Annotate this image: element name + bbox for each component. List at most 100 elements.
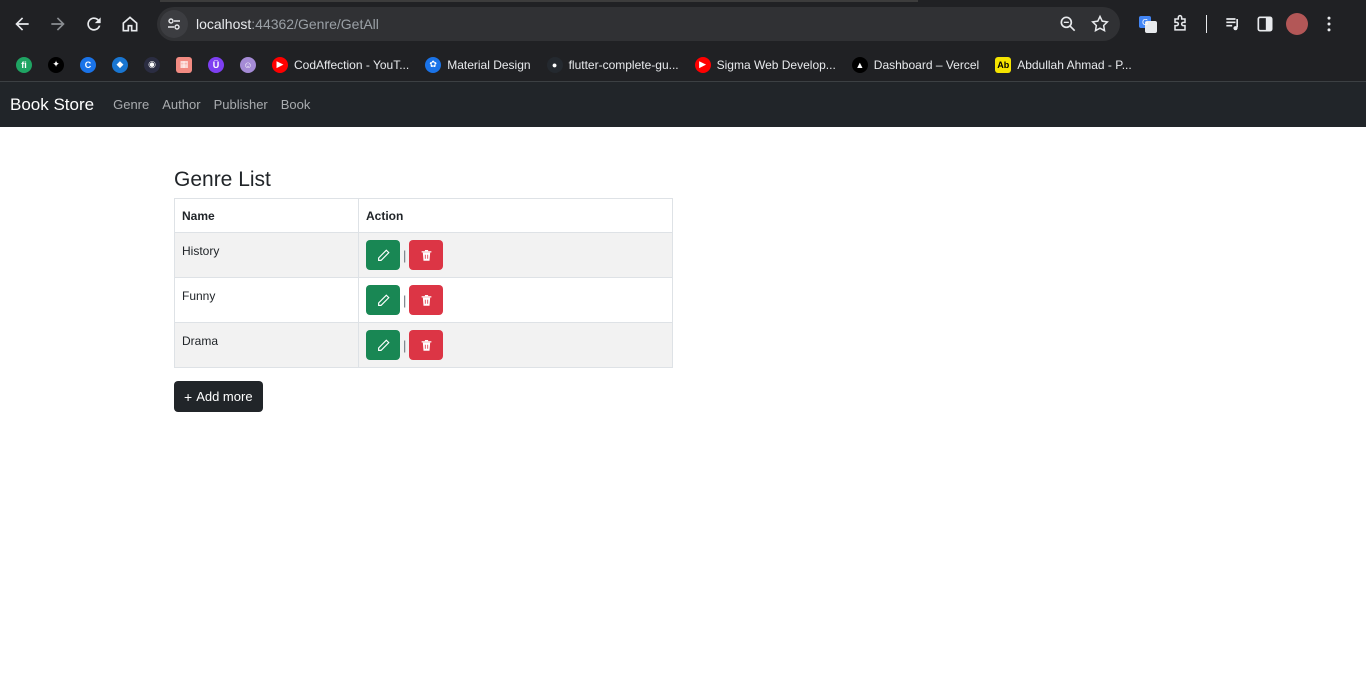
nav-link-book[interactable]: Book: [281, 97, 311, 112]
action-separator: |: [403, 292, 407, 308]
bookmark-item[interactable]: ● flutter-complete-gu...: [541, 52, 685, 78]
bookmark-label: flutter-complete-gu...: [568, 57, 679, 72]
pencil-icon: [377, 248, 390, 261]
action-separator: |: [403, 247, 407, 263]
action-group: |: [366, 233, 665, 270]
delete-button[interactable]: [409, 240, 444, 270]
bookmark-item[interactable]: fi: [10, 52, 38, 78]
table-row: Drama |: [174, 322, 673, 368]
table-row: History |: [174, 232, 673, 278]
forward-button[interactable]: [42, 8, 74, 40]
zoom-icon[interactable]: [1058, 14, 1078, 34]
bookmark-favicon-icon: ▶: [694, 56, 711, 73]
bookmark-favicon-icon: Ab: [995, 56, 1012, 73]
page-title: Genre List: [174, 168, 271, 191]
arrow-left-icon: [15, 17, 29, 31]
action-separator: |: [403, 337, 407, 353]
toolbar-separator: [1206, 15, 1207, 33]
url-path: :44362/Genre/GetAll: [251, 16, 379, 32]
address-bar-actions: [1058, 7, 1110, 41]
bookmark-item[interactable]: Ab Abdullah Ahmad - P...: [989, 52, 1138, 78]
delete-button[interactable]: [409, 285, 444, 315]
table-header-row: Name Action: [174, 198, 673, 233]
column-header-name: Name: [174, 198, 359, 233]
back-button[interactable]: [6, 8, 38, 40]
delete-button[interactable]: [409, 330, 444, 360]
bookmark-favicon-icon: Ü: [208, 56, 224, 73]
app-navbar: Book Store Genre Author Publisher Book: [0, 82, 1366, 127]
nav-link-author[interactable]: Author: [162, 97, 200, 112]
edit-button[interactable]: [366, 330, 400, 360]
bookmark-favicon-icon: ●: [546, 56, 563, 73]
trash-icon: [421, 339, 432, 351]
playlist-icon: [1226, 18, 1238, 31]
bookmark-item[interactable]: ✦: [42, 52, 70, 78]
action-cell: |: [358, 322, 673, 368]
reload-button[interactable]: [78, 8, 110, 40]
column-header-action: Action: [358, 198, 673, 233]
bookmark-favicon-icon: ◉: [144, 56, 160, 73]
pencil-icon: [377, 293, 390, 306]
puzzle-icon: [1174, 14, 1186, 31]
plus-icon: +: [184, 388, 193, 405]
browser-toolbar: localhost:44362/Genre/GetAll G: [0, 0, 1366, 48]
add-more-label: Add more: [196, 389, 253, 404]
address-bar[interactable]: localhost:44362/Genre/GetAll: [157, 7, 1120, 41]
pencil-icon: [377, 338, 390, 351]
bookmark-label: Sigma Web Develop...: [716, 57, 836, 72]
browser-chrome: localhost:44362/Genre/GetAll G fi ✦ C ◆ …: [0, 0, 1366, 82]
nav-link-genre[interactable]: Genre: [113, 97, 149, 112]
bookmark-favicon-icon: ▶: [272, 56, 288, 73]
main-content: Genre List Name Action History | Funny | Dra…: [174, 166, 673, 412]
trash-icon: [421, 294, 432, 306]
bookmark-label: Material Design: [447, 57, 531, 72]
action-cell: |: [358, 277, 673, 323]
genre-name-cell: History: [174, 232, 359, 278]
add-more-button[interactable]: + Add more: [174, 381, 263, 412]
side-panel-button[interactable]: [1249, 8, 1281, 40]
action-group: |: [366, 278, 665, 315]
arrow-right-icon: [51, 17, 65, 31]
bookmark-item[interactable]: ▶ CodAffection - YouT...: [266, 52, 415, 78]
genre-name-cell: Drama: [174, 322, 359, 368]
brand-link[interactable]: Book Store: [10, 95, 94, 115]
bookmark-item[interactable]: ◆: [106, 52, 134, 78]
url-text: localhost:44362/Genre/GetAll: [196, 16, 379, 32]
extensions-area: G: [1132, 8, 1345, 40]
genre-name-cell: Funny: [174, 277, 359, 323]
star-icon[interactable]: [1090, 14, 1110, 34]
profile-button[interactable]: [1281, 8, 1313, 40]
tune-icon: [168, 18, 180, 30]
bookmark-item[interactable]: ☺: [234, 52, 262, 78]
bookmark-label: CodAffection - YouT...: [294, 57, 410, 72]
bookmark-item[interactable]: ◉: [138, 52, 166, 78]
table-row: Funny |: [174, 277, 673, 323]
avatar: [1286, 13, 1308, 35]
home-button[interactable]: [114, 8, 146, 40]
menu-button[interactable]: [1313, 8, 1345, 40]
svg-text:G: G: [1142, 18, 1148, 27]
media-button[interactable]: [1217, 8, 1249, 40]
action-cell: |: [358, 232, 673, 278]
extensions-button[interactable]: [1164, 8, 1196, 40]
edit-button[interactable]: [366, 240, 400, 270]
nav-link-publisher[interactable]: Publisher: [214, 97, 268, 112]
bookmark-item[interactable]: ▲ Dashboard – Vercel: [846, 52, 985, 78]
bookmarks-bar: fi ✦ C ◆ ◉ ▦ Ü ☺ ▶ CodAffection - YouT... ✿ Materia…: [0, 48, 1366, 82]
bookmark-favicon-icon: ✿: [425, 56, 442, 73]
bookmark-item[interactable]: Ü: [202, 52, 230, 78]
bookmark-item[interactable]: ▦: [170, 52, 198, 78]
edit-button[interactable]: [366, 285, 400, 315]
url-host: localhost: [196, 16, 252, 32]
bookmark-favicon-icon: C: [80, 56, 96, 73]
trash-icon: [421, 249, 432, 261]
reload-icon: [87, 17, 101, 31]
bookmark-favicon-icon: ✦: [48, 56, 64, 73]
site-info-button[interactable]: [160, 10, 188, 38]
bookmark-favicon-icon: ▦: [176, 56, 192, 73]
bookmark-item[interactable]: ✿ Material Design: [419, 52, 536, 78]
bookmark-item[interactable]: C: [74, 52, 102, 78]
side-panel-icon: [1257, 16, 1273, 32]
bookmark-item[interactable]: ▶ Sigma Web Develop...: [689, 52, 842, 78]
translate-extension[interactable]: G: [1132, 8, 1164, 40]
